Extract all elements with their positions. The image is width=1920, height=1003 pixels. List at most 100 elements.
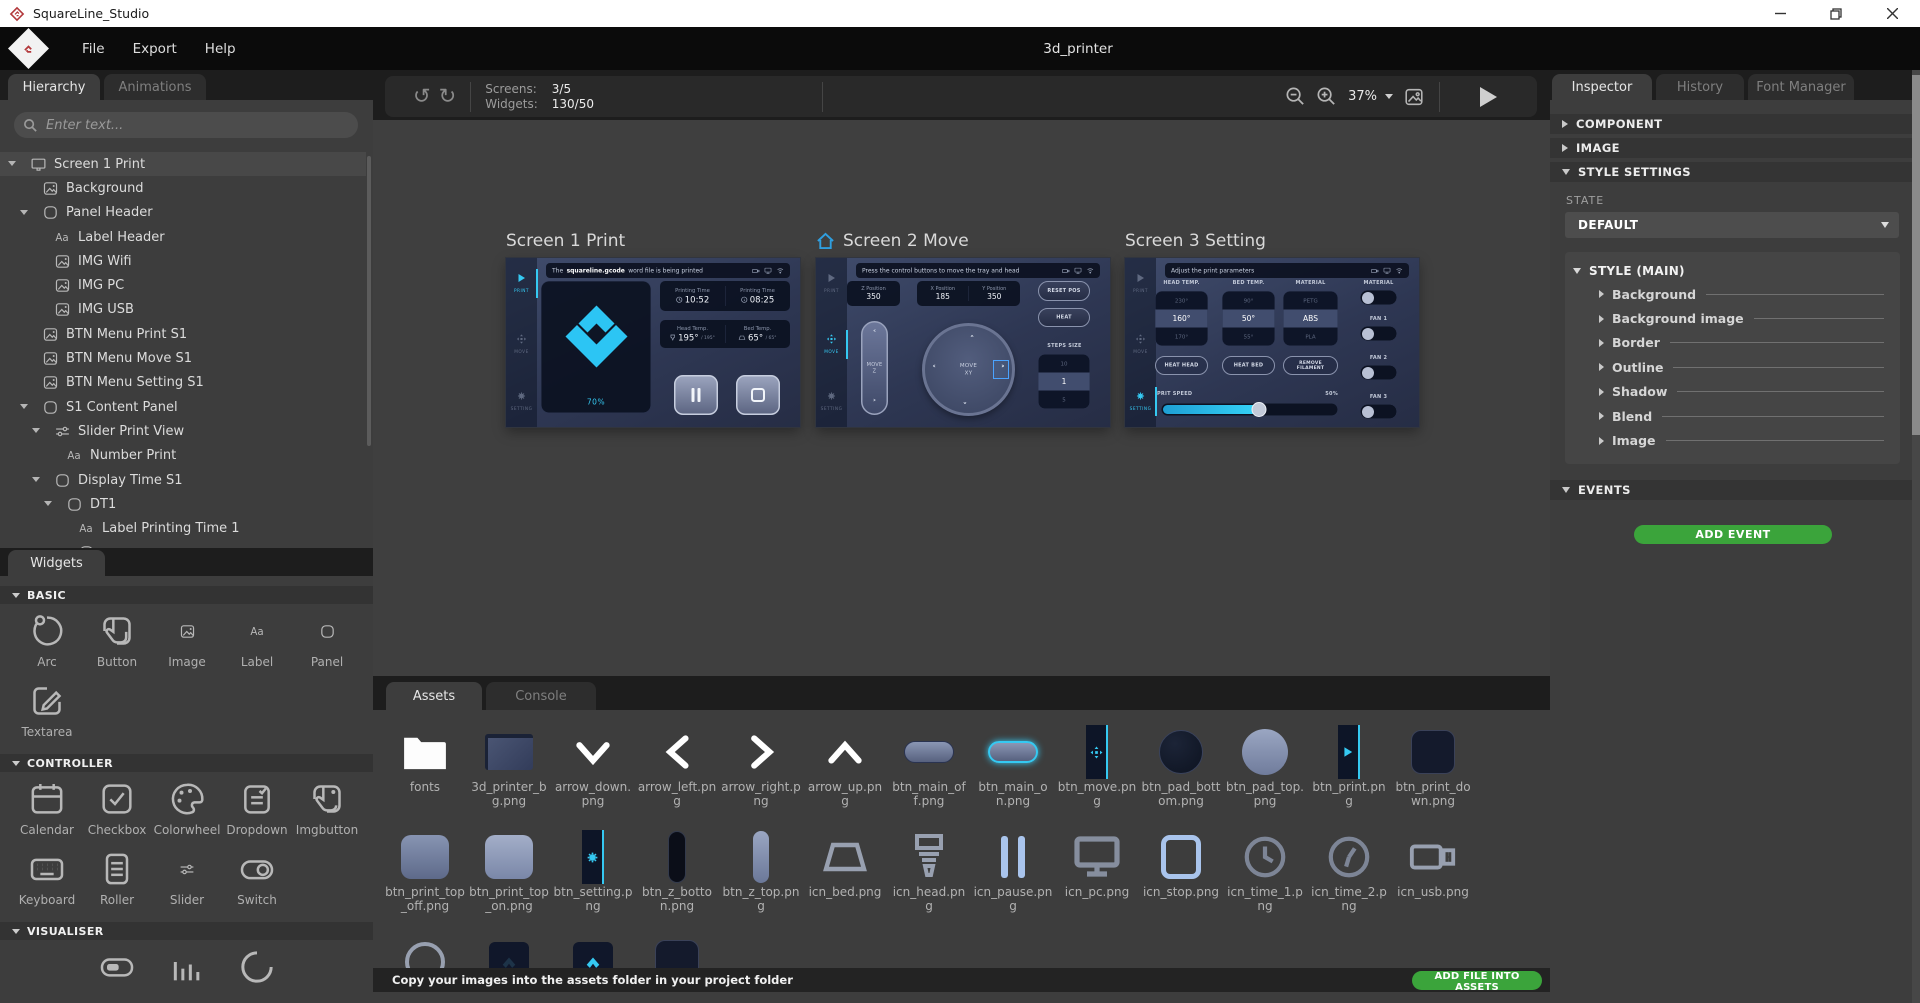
section-component[interactable]: COMPONENT bbox=[1550, 114, 1912, 134]
inspector-scrollbar[interactable] bbox=[1912, 70, 1920, 1003]
widget-calendar[interactable]: Calendar bbox=[12, 772, 82, 842]
zoom-dropdown-caret[interactable] bbox=[1385, 94, 1393, 99]
tree-item[interactable]: IMG USB bbox=[0, 298, 366, 322]
section-style-settings[interactable]: STYLE SETTINGS bbox=[1550, 162, 1912, 182]
widget-vis-chart[interactable] bbox=[152, 940, 222, 1003]
tree-item[interactable]: IMG Wifi bbox=[0, 249, 366, 273]
asset-item[interactable]: btn_print_top_off.png bbox=[383, 823, 467, 928]
style-row-shadow[interactable]: Shadow bbox=[1565, 380, 1900, 404]
tab-widgets[interactable]: Widgets bbox=[8, 550, 105, 576]
widget-colorwheel[interactable]: Colorwheel bbox=[152, 772, 222, 842]
asset-item[interactable]: fonts bbox=[383, 718, 467, 823]
asset-item[interactable]: icn_usb.png bbox=[1391, 823, 1475, 928]
style-row-border[interactable]: Border bbox=[1565, 331, 1900, 355]
asset-item[interactable]: btn_pad_bottom.png bbox=[1139, 718, 1223, 823]
widget-textarea[interactable]: Textarea bbox=[12, 674, 82, 744]
canvas-screen-move[interactable]: Screen 2 Move Press the control buttons … bbox=[816, 258, 1110, 427]
widget-keyboard[interactable]: Keyboard bbox=[12, 842, 82, 912]
canvas-screen-print[interactable]: Screen 1 Print The squareline.gcode word… bbox=[506, 258, 800, 427]
redo-icon[interactable]: ↻ bbox=[439, 86, 457, 107]
style-row-outline[interactable]: Outline bbox=[1565, 355, 1900, 379]
zoom-out-icon[interactable] bbox=[1284, 85, 1307, 108]
asset-item[interactable]: icn_pc.png bbox=[1055, 823, 1139, 928]
restore-button[interactable] bbox=[1808, 0, 1864, 27]
tree-item[interactable]: Panel Header bbox=[0, 201, 366, 225]
tree-item[interactable]: DT1 bbox=[0, 492, 366, 516]
menu-help[interactable]: Help bbox=[191, 41, 250, 57]
undo-icon[interactable]: ↺ bbox=[413, 86, 431, 107]
widget-button[interactable]: Button bbox=[82, 604, 152, 674]
style-row-background-image[interactable]: Background image bbox=[1565, 306, 1900, 330]
zoom-level[interactable]: 37% bbox=[1348, 89, 1377, 104]
expander-icon[interactable] bbox=[44, 501, 52, 506]
asset-item[interactable]: btn_move.png bbox=[1055, 718, 1139, 823]
asset-item[interactable]: 3d_printer_bg.png bbox=[467, 718, 551, 823]
asset-item[interactable]: btn_pad_top.png bbox=[1223, 718, 1307, 823]
widget-section-controller[interactable]: CONTROLLER bbox=[0, 754, 373, 772]
tab-hierarchy[interactable]: Hierarchy bbox=[8, 74, 100, 100]
style-row-image[interactable]: Image bbox=[1565, 428, 1900, 452]
widget-section-basic[interactable]: BASIC bbox=[0, 586, 373, 604]
widget-vis-spinner[interactable] bbox=[222, 940, 292, 1003]
asset-item[interactable]: arrow_up.png bbox=[803, 718, 887, 823]
asset-item[interactable]: arrow_left.png bbox=[635, 718, 719, 823]
asset-item[interactable]: icn_stop.png bbox=[1139, 823, 1223, 928]
widget-panel[interactable]: Panel bbox=[292, 604, 362, 674]
section-image[interactable]: IMAGE bbox=[1550, 138, 1912, 158]
widget-switch[interactable]: Switch bbox=[222, 842, 292, 912]
tab-console[interactable]: Console bbox=[486, 682, 596, 710]
minimize-button[interactable] bbox=[1752, 0, 1808, 27]
tab-inspector[interactable]: Inspector bbox=[1552, 74, 1652, 100]
widget-roller[interactable]: Roller bbox=[82, 842, 152, 912]
asset-item[interactable]: icn_bed.png bbox=[803, 823, 887, 928]
expander-icon[interactable] bbox=[32, 428, 40, 433]
expander-icon[interactable] bbox=[32, 477, 40, 482]
hierarchy-search[interactable] bbox=[14, 112, 358, 138]
tree-item[interactable]: IMG PC bbox=[0, 273, 366, 297]
tree-item[interactable]: AaLabel Printing Time 1 bbox=[0, 516, 366, 540]
search-input[interactable] bbox=[38, 118, 358, 133]
asset-item[interactable]: icn_pause.png bbox=[971, 823, 1055, 928]
menu-export[interactable]: Export bbox=[119, 41, 191, 57]
widget-label[interactable]: AaLabel bbox=[222, 604, 292, 674]
tree-item[interactable]: AaLabel Header bbox=[0, 225, 366, 249]
widget-section-visualiser[interactable]: VISUALISER bbox=[0, 922, 373, 940]
tab-font-manager[interactable]: Font Manager bbox=[1748, 74, 1854, 100]
tree-item[interactable]: Display Time S1 bbox=[0, 468, 366, 492]
asset-item[interactable]: icn_time_2.png bbox=[1307, 823, 1391, 928]
asset-item[interactable]: arrow_down.png bbox=[551, 718, 635, 823]
asset-item[interactable]: btn_print_top_on.png bbox=[467, 823, 551, 928]
expander-icon[interactable] bbox=[8, 161, 16, 166]
close-button[interactable] bbox=[1864, 0, 1920, 27]
fit-view-icon[interactable] bbox=[1403, 86, 1425, 108]
asset-item[interactable]: btn_z_top.png bbox=[719, 823, 803, 928]
asset-item[interactable]: arrow_right.png bbox=[719, 718, 803, 823]
widget-arc[interactable]: Arc bbox=[12, 604, 82, 674]
widget-slider[interactable]: Slider bbox=[152, 842, 222, 912]
section-events[interactable]: EVENTS bbox=[1550, 480, 1912, 500]
tab-assets[interactable]: Assets bbox=[386, 682, 482, 710]
widget-imgbutton[interactable]: Imgbutton bbox=[292, 772, 362, 842]
style-row-background[interactable]: Background bbox=[1565, 282, 1900, 306]
widget-checkbox[interactable]: Checkbox bbox=[82, 772, 152, 842]
expander-icon[interactable] bbox=[20, 210, 28, 215]
widget-dropdown[interactable]: Dropdown bbox=[222, 772, 292, 842]
asset-item[interactable]: btn_main_off.png bbox=[887, 718, 971, 823]
asset-item[interactable]: icn_head.png bbox=[887, 823, 971, 928]
tree-item[interactable]: Screen 1 Print bbox=[0, 152, 366, 176]
play-button[interactable] bbox=[1480, 87, 1497, 107]
asset-item[interactable]: btn_z_botton.png bbox=[635, 823, 719, 928]
hierarchy-scrollbar[interactable] bbox=[367, 156, 371, 446]
widget-image[interactable]: Image bbox=[152, 604, 222, 674]
state-dropdown[interactable]: DEFAULT bbox=[1565, 212, 1899, 238]
canvas-screen-setting[interactable]: Screen 3 Setting Adjust the print parame… bbox=[1125, 258, 1419, 427]
tree-item[interactable]: S1 Content Panel bbox=[0, 395, 366, 419]
design-canvas[interactable]: Screen 1 Print The squareline.gcode word… bbox=[373, 120, 1550, 676]
widget-vis-bar[interactable] bbox=[82, 940, 152, 1003]
asset-item[interactable]: btn_print_down.png bbox=[1391, 718, 1475, 823]
tree-item[interactable] bbox=[0, 541, 366, 548]
add-file-into-assets-button[interactable]: ADD FILE INTO ASSETS bbox=[1412, 971, 1542, 990]
style-row-blend[interactable]: Blend bbox=[1565, 404, 1900, 428]
add-event-button[interactable]: ADD EVENT bbox=[1634, 525, 1832, 544]
tree-item[interactable]: BTN Menu Print S1 bbox=[0, 322, 366, 346]
